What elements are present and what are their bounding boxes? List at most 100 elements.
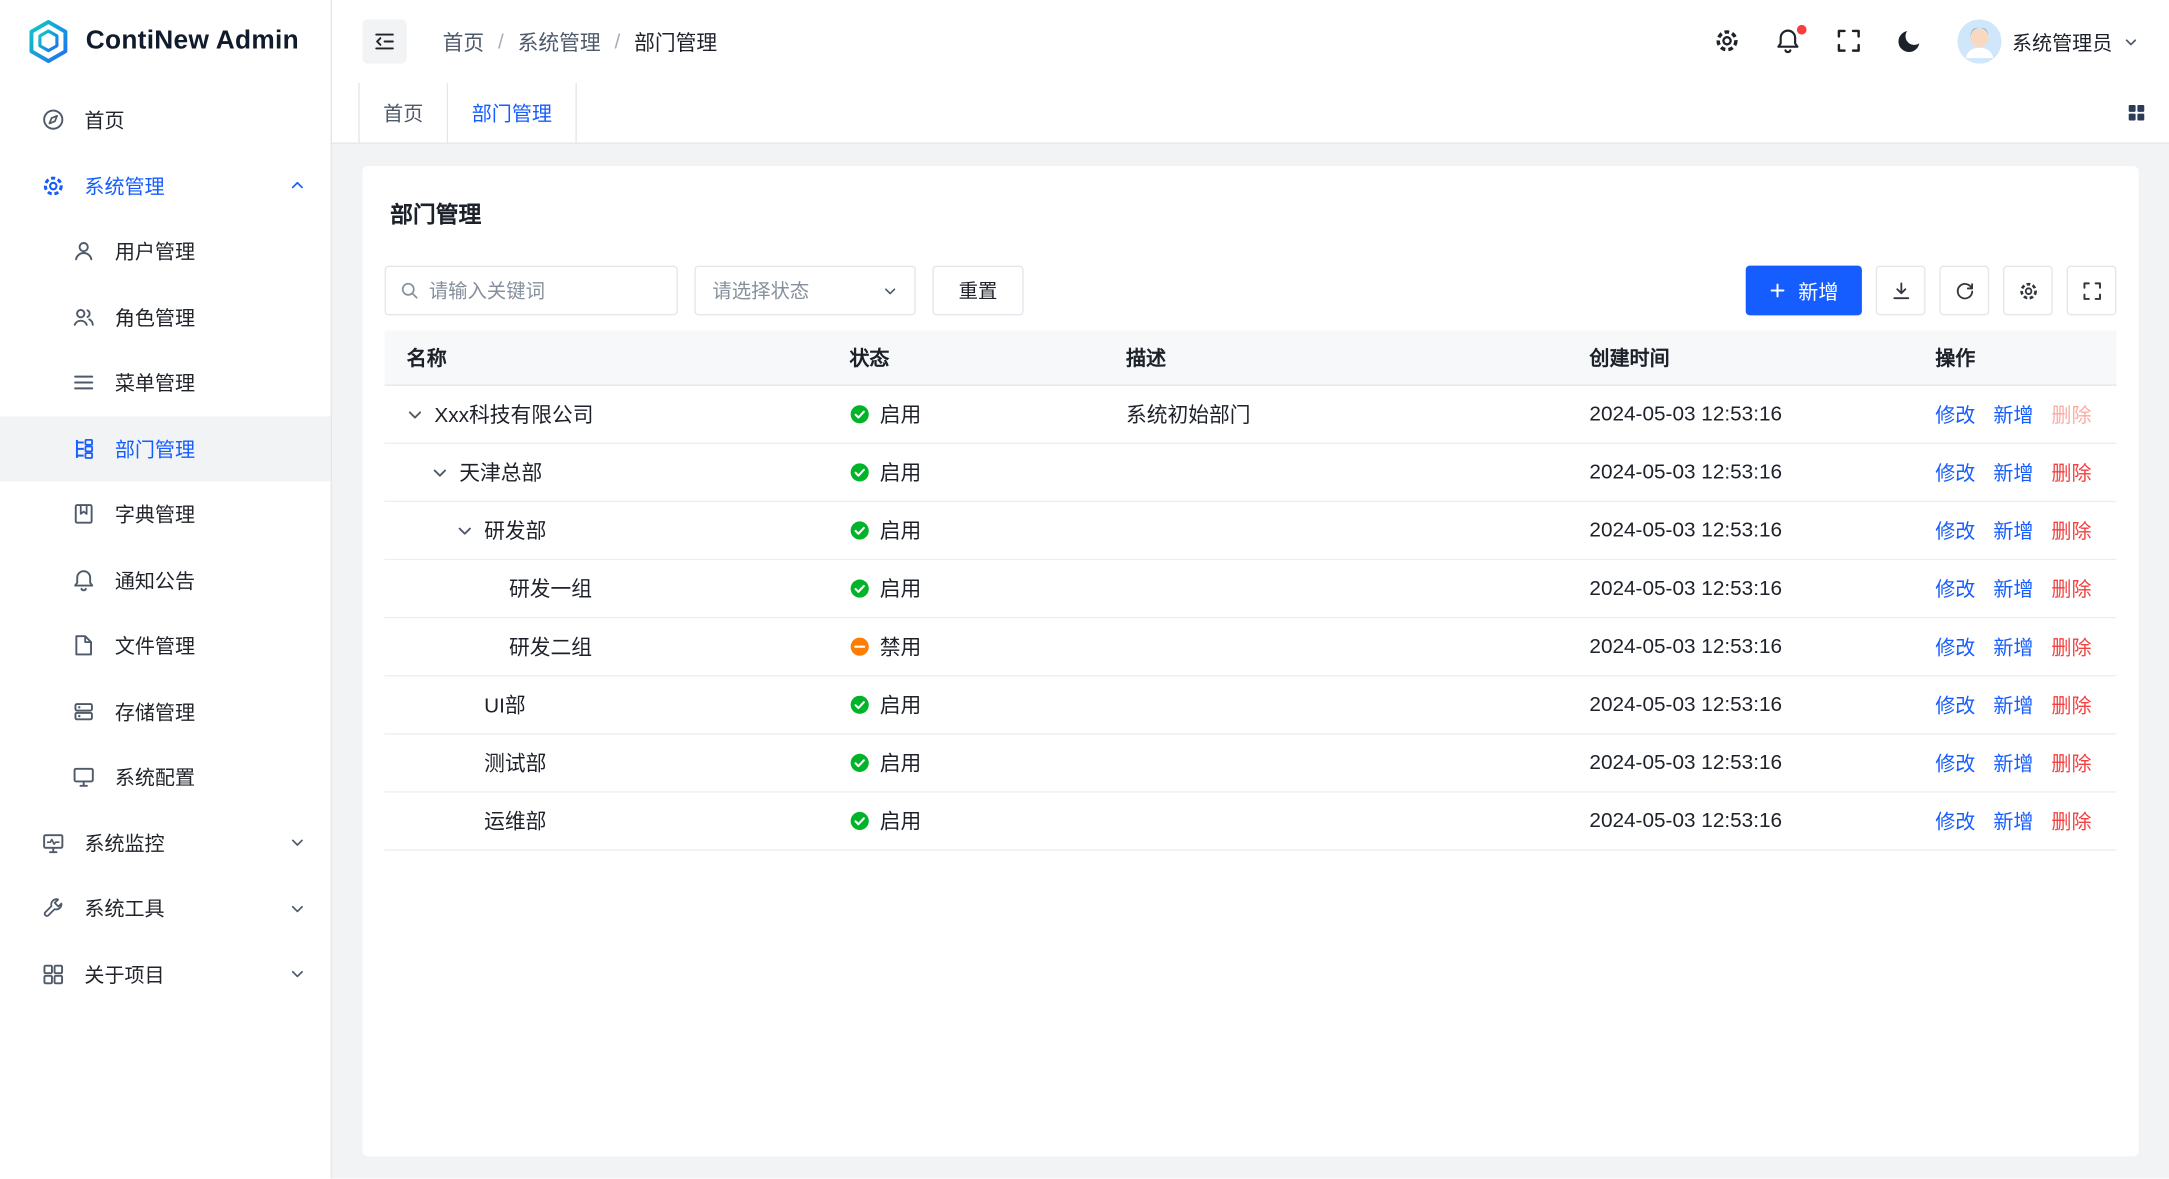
add-button-label: 新增 [1798,276,1838,305]
delete-link[interactable]: 删除 [2051,690,2091,719]
search-input[interactable] [429,279,663,301]
add-child-link[interactable]: 新增 [1993,574,2033,603]
table-toolbar: 请选择状态 重置 新增 [385,266,2117,316]
sidebar-item-label: 系统监控 [84,828,289,857]
tab-actions-grid-icon[interactable] [2126,83,2147,142]
delete-link[interactable]: 删除 [2051,516,2091,545]
sidebar-item-monitor[interactable]: 系统监控 [0,810,331,876]
sidebar-collapse-button[interactable] [362,19,406,63]
gear-icon [41,173,66,198]
breadcrumb-home[interactable]: 首页 [443,27,485,56]
modify-link[interactable]: 修改 [1935,632,1975,661]
toolbar-right: 新增 [1746,266,2117,316]
sidebar-item-menus[interactable]: 菜单管理 [0,350,331,416]
settings-icon[interactable] [1713,28,1741,56]
sidebar-item-notices[interactable]: 通知公告 [0,547,331,613]
add-department-button[interactable]: 新增 [1746,266,1862,316]
notification-bell-icon[interactable] [1774,28,1802,56]
home-icon [41,108,66,133]
sidebar-item-system[interactable]: 系统管理 [0,153,331,219]
modify-link[interactable]: 修改 [1935,748,1975,777]
sidebar-item-roles[interactable]: 角色管理 [0,284,331,350]
add-child-link[interactable]: 新增 [1993,806,2033,835]
tab-departments[interactable]: 部门管理 [448,83,577,142]
sidebar-item-label: 用户管理 [115,237,306,266]
system-submenu: 用户管理 角色管理 菜单管理 [0,219,331,810]
table-header: 名称 状态 描述 创建时间 操作 [385,331,2117,386]
book-icon [72,502,97,527]
row-collapse-icon[interactable] [432,464,449,481]
status-label: 启用 [880,400,922,429]
desktop-icon [72,765,97,790]
menu-list-icon [72,370,97,395]
table-settings-button[interactable] [2003,266,2053,316]
add-child-link[interactable]: 新增 [1993,690,2033,719]
sidebar-item-about[interactable]: 关于项目 [0,941,331,1007]
status-enabled-icon [849,520,870,541]
breadcrumb-separator: / [614,30,620,54]
user-icon [72,239,97,264]
modify-link[interactable]: 修改 [1935,516,1975,545]
refresh-icon [1954,280,1975,301]
modify-link[interactable]: 修改 [1935,806,1975,835]
tab-bar: 首页 部门管理 [332,83,2169,144]
sidebar-item-files[interactable]: 文件管理 [0,613,331,679]
delete-link[interactable]: 删除 [2051,458,2091,487]
delete-link[interactable]: 删除 [2051,748,2091,777]
plus-icon [1769,282,1786,299]
modify-link[interactable]: 修改 [1935,458,1975,487]
export-download-button[interactable] [1876,266,1926,316]
add-child-link[interactable]: 新增 [1993,400,2033,429]
sidebar-item-label: 文件管理 [115,631,306,660]
table-row: 研发一组 启用 2024-05-03 12:53:16 修改 新增 删除 [385,560,2117,618]
sidebar-item-home[interactable]: 首页 [0,87,331,153]
delete-link[interactable]: 删除 [2051,632,2091,661]
table-row: Xxx科技有限公司 启用 系统初始部门 2024-05-03 12:53:16 … [385,386,2117,444]
tree-icon [72,436,97,461]
add-child-link[interactable]: 新增 [1993,458,2033,487]
keyword-search[interactable] [385,266,678,316]
main-area: 首页 / 系统管理 / 部门管理 [332,0,2169,1179]
modify-link[interactable]: 修改 [1935,400,1975,429]
reset-button[interactable]: 重置 [932,266,1023,316]
row-collapse-icon[interactable] [456,522,473,539]
breadcrumb-system[interactable]: 系统管理 [518,27,601,56]
sidebar-item-tools[interactable]: 系统工具 [0,876,331,942]
tab-home[interactable]: 首页 [358,83,448,142]
col-status: 状态 [849,343,1126,372]
status-enabled-icon [849,811,870,832]
sidebar-item-storage[interactable]: 存储管理 [0,679,331,745]
delete-link[interactable]: 删除 [2051,806,2091,835]
status-enabled-icon [849,404,870,425]
dept-name: 研发部 [484,516,546,545]
chevron-down-icon [289,966,306,983]
table-fullscreen-button[interactable] [2067,266,2117,316]
status-label: 启用 [880,574,922,603]
row-collapse-icon[interactable] [407,406,424,423]
breadcrumb-separator: / [498,30,504,54]
app-root: ContiNew Admin 首页 系统管理 [0,0,2169,1179]
sidebar-item-users[interactable]: 用户管理 [0,219,331,285]
app-logo[interactable]: ContiNew Admin [0,0,331,83]
add-child-link[interactable]: 新增 [1993,748,2033,777]
add-child-link[interactable]: 新增 [1993,516,2033,545]
fullscreen-icon[interactable] [1835,28,1863,56]
user-menu[interactable]: 系统管理员 [1957,19,2139,63]
refresh-button[interactable] [1939,266,1989,316]
wrench-icon [41,896,66,921]
dark-mode-moon-icon[interactable] [1896,28,1924,56]
modify-link[interactable]: 修改 [1935,690,1975,719]
status-disabled-icon [849,636,870,657]
delete-link[interactable]: 删除 [2051,400,2091,429]
add-child-link[interactable]: 新增 [1993,632,2033,661]
status-select[interactable]: 请选择状态 [694,266,915,316]
sidebar-item-departments[interactable]: 部门管理 [0,416,331,482]
col-name: 名称 [385,343,850,372]
sidebar-item-config[interactable]: 系统配置 [0,744,331,810]
modify-link[interactable]: 修改 [1935,574,1975,603]
dept-description: 系统初始部门 [1126,400,1589,429]
sidebar-item-dictionary[interactable]: 字典管理 [0,481,331,547]
delete-link[interactable]: 删除 [2051,574,2091,603]
fullscreen-icon [2081,280,2102,301]
search-icon [400,281,419,300]
